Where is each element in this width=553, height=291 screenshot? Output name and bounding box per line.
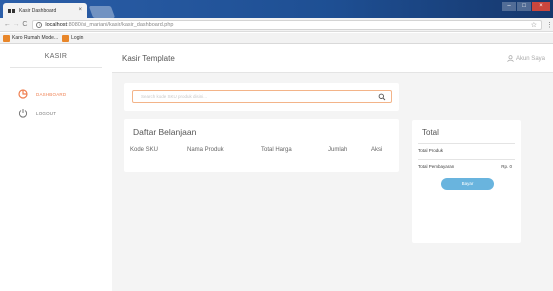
total-title: Total — [422, 128, 439, 137]
window-controls: – □ × — [502, 2, 550, 11]
bookmark-icon — [3, 34, 10, 42]
tab-title: Kasir Dashboard — [19, 7, 57, 14]
power-icon — [18, 109, 28, 118]
search-card — [124, 83, 399, 111]
account-label: Akun Saya — [515, 55, 545, 62]
url-path: :8080/si_mariani/kasir/kasir_dashboard.p… — [67, 21, 174, 28]
bookmark-label: Login — [71, 35, 84, 41]
sidebar-item-logout[interactable]: LOGOUT — [18, 108, 56, 118]
bookmark-label: Karo Rumah Mode... — [12, 35, 59, 41]
total-produk-row: Total Produk — [418, 143, 515, 153]
total-pembayaran-label: Total Pembayaran — [418, 164, 455, 169]
search-input[interactable] — [133, 91, 373, 102]
address-bar[interactable]: i localhost :8080/si_mariani/kasir/kasir… — [32, 19, 542, 30]
reload-icon[interactable]: C — [21, 21, 30, 28]
search-icon[interactable] — [378, 93, 386, 101]
search-box — [132, 90, 392, 103]
bookmark-icon — [62, 34, 70, 42]
bookmark-item[interactable]: Login — [62, 34, 84, 42]
main-content: Kasir Template Akun Saya Daftar Belanjaa… — [112, 45, 553, 291]
total-card: Total Total Produk Total Pembayaran Rp. … — [412, 120, 521, 243]
app-root: KASIR DASHBOARD LOGOUT Kasir Template Ak… — [0, 45, 553, 291]
top-bar: Kasir Template Akun Saya — [112, 45, 553, 73]
user-icon — [507, 55, 514, 62]
browser-menu-icon[interactable]: ⋮ — [546, 21, 553, 29]
browser-tab[interactable]: Kasir Dashboard × — [3, 3, 87, 18]
cart-title: Daftar Belanjaan — [133, 127, 197, 137]
column-header-total-harga: Total Harga — [261, 147, 292, 153]
new-tab-button[interactable] — [88, 6, 116, 18]
pie-chart-icon — [18, 89, 28, 99]
tab-close-icon[interactable]: × — [78, 6, 82, 14]
url-host: localhost — [45, 21, 68, 28]
bookmark-item[interactable]: Karo Rumah Mode... — [3, 34, 59, 42]
browser-toolbar: ← → C i localhost :8080/si_mariani/kasir… — [0, 18, 553, 32]
browser-title-bar: Kasir Dashboard × – □ × — [0, 0, 553, 18]
close-window-icon[interactable]: × — [532, 2, 550, 11]
sidebar: KASIR DASHBOARD LOGOUT — [0, 45, 112, 291]
account-menu[interactable]: Akun Saya — [507, 55, 545, 62]
column-header-kode-sku: Kode SKU — [130, 147, 159, 153]
minimize-icon[interactable]: – — [502, 2, 516, 11]
sidebar-item-dashboard[interactable]: DASHBOARD — [18, 89, 66, 99]
maximize-icon[interactable]: □ — [517, 2, 531, 11]
bookmark-star-icon[interactable]: ☆ — [531, 21, 537, 30]
sidebar-brand: KASIR — [10, 53, 102, 68]
sidebar-item-label: DASHBOARD — [36, 91, 67, 97]
tab-favicon-icon — [8, 8, 15, 13]
total-pembayaran-row: Total Pembayaran Rp. 0 — [418, 159, 515, 169]
cart-card: Daftar Belanjaan Kode SKU Nama Produk To… — [124, 119, 399, 172]
column-header-nama-produk: Nama Produk — [187, 147, 224, 153]
total-produk-label: Total Produk — [418, 148, 444, 153]
bookmarks-bar: Karo Rumah Mode... Login — [0, 33, 553, 44]
back-icon[interactable]: ← — [3, 21, 12, 28]
page-title: Kasir Template — [122, 54, 175, 63]
info-icon[interactable]: i — [36, 21, 43, 28]
column-header-jumlah: Jumlah — [328, 147, 348, 153]
forward-icon[interactable]: → — [12, 21, 21, 28]
bayar-button[interactable]: Bayar — [441, 178, 494, 190]
sidebar-item-label: LOGOUT — [36, 110, 57, 116]
total-pembayaran-value: Rp. 0 — [501, 164, 512, 169]
column-header-aksi: Aksi — [371, 147, 383, 153]
